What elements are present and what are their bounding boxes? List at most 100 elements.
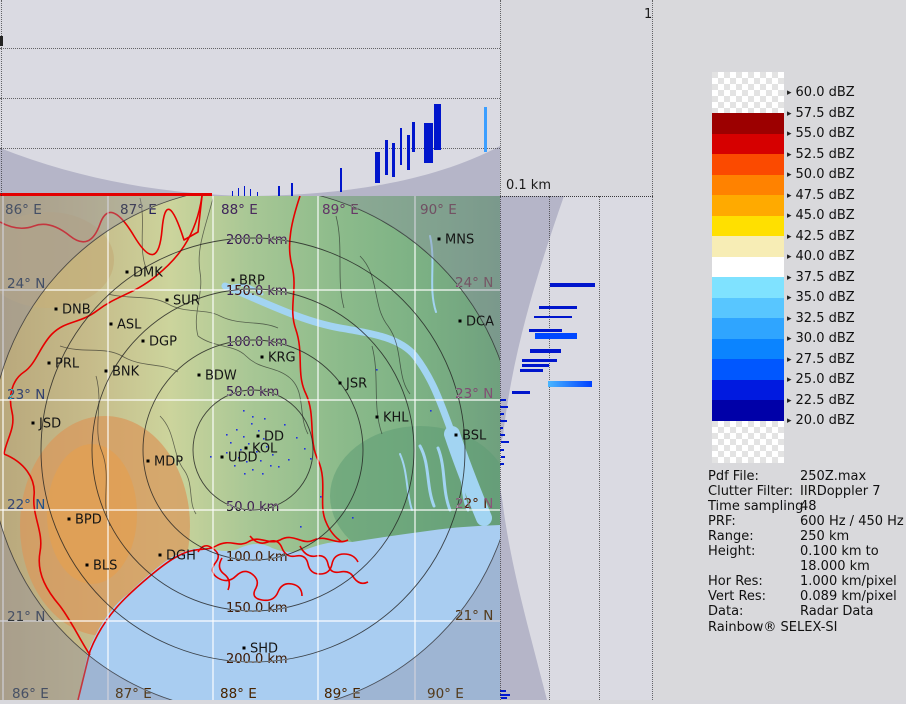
city-label: SUR [173,294,200,309]
longitude-label: 88° E [220,686,257,700]
city-label: BNK [112,365,140,380]
city-label: BLS [93,559,117,574]
edge-echo-tick [500,694,510,696]
longitude-label: 86° E [5,202,42,218]
radar-map-viewport[interactable]: 50.0 km50.0 km100.0 km100.0 km150.0 km15… [0,196,500,700]
range-ring-label: 50.0 km [226,385,279,400]
grid-line [599,196,600,700]
city-label: DNB [62,303,91,318]
city-label: BDW [205,369,237,384]
echo-bar [530,349,561,353]
echo-bar [548,381,592,387]
echo-bar [392,143,395,177]
city-label: KHL [383,411,409,426]
echo-bar [400,128,402,165]
latitude-label: 22° N [7,497,45,513]
echo-bar [244,186,245,196]
range-ring-label: 200.0 km [226,233,288,248]
echo-bar [520,369,543,372]
side-height-profile-panel [500,196,653,700]
latitude-label: 21° N [7,609,45,625]
edge-echo-tick [501,697,507,699]
city-label: SHD [250,642,278,657]
panel-border [1,0,2,196]
city-label: ASL [117,318,142,333]
city-label: JSR [345,377,367,392]
metadata-value: 0.100 km to [800,544,879,559]
grid-line [0,98,500,99]
metadata-label: Pdf File: [708,469,759,484]
metadata-value: 250 km [800,529,849,544]
city-label: BPD [75,513,102,528]
grid-line [549,196,550,700]
range-ring-label: 150.0 km [226,601,288,616]
edge-echo-tick [500,406,508,408]
echo-bar [385,140,388,175]
edge-echo-tick [500,420,507,422]
echo-bar [375,152,380,183]
city-label: UDD [228,451,258,466]
longitude-label: 90° E [420,202,457,218]
echo-bar [412,122,415,152]
latitude-label: 21° N [455,608,493,624]
echo-bar [535,333,577,339]
latitude-label: 24° N [455,275,493,291]
echo-bar [291,183,293,196]
latitude-label: 23° N [7,387,45,403]
city-label: BRP [239,274,265,289]
city-label: DMK [133,266,163,281]
panel-border [500,196,653,197]
echo-bar [434,104,441,150]
echo-bar [278,186,280,196]
longitude-label: 89° E [322,202,359,218]
longitude-label: 87° E [115,686,152,700]
panel-border [500,0,501,700]
city-label: DCA [466,315,494,330]
edge-echo-tick [501,441,509,443]
range-ring-label: 100.0 km [226,335,288,350]
metadata-label: Hor Res: [708,574,763,589]
metadata-label: Clutter Filter: [708,484,793,499]
metadata-value: 48 [800,499,817,514]
echo-bar [512,391,530,394]
radar-window: 18.0 km 0.1 km [0,0,906,700]
metadata-label: Time sampling: [708,499,808,514]
echo-bar [484,107,487,152]
range-ring-label: 100.0 km [226,550,288,565]
longitude-label: 87° E [120,202,157,218]
metadata-value: 18.000 km [800,559,870,574]
metadata-value: 0.089 km/pixel [800,589,897,604]
echo-bar [238,188,239,196]
latitude-label: 22° N [455,496,493,512]
city-label: MDP [154,455,183,470]
city-label: BSL [462,429,487,444]
echo-bar [522,359,557,362]
echo-bar [407,135,410,170]
echo-bar [550,283,595,287]
metadata-value: 250Z.max [800,469,866,484]
product-metadata: Pdf File: 250Z.max Clutter Filter: IIRDoppl… [653,0,906,700]
latitude-label: 23° N [455,386,493,402]
city-label: KRG [268,351,296,366]
radar-map: 50.0 km50.0 km100.0 km100.0 km150.0 km15… [0,196,500,700]
latitude-label: 24° N [7,276,45,292]
metadata-label: Height: [708,544,755,559]
metadata-label: Data: [708,604,743,619]
metadata-value: Radar Data [800,604,873,619]
city-label: DGH [166,549,196,564]
echo-bar [522,364,549,367]
echo-bar [424,123,433,163]
metadata-value: 600 Hz / 450 Hz [800,514,904,529]
range-ring-label: 50.0 km [226,500,279,515]
echo-bar [534,316,572,318]
edge-echo-tick [501,456,505,458]
metadata-label: Vert Res: [708,589,766,604]
grid-line [0,48,500,49]
height-axis-min-label: 0.1 km [506,178,551,193]
echo-bar [529,329,562,332]
metadata-label: Range: [708,529,754,544]
longitude-label: 89° E [324,686,361,700]
metadata-value: IIRDoppler 7 [800,484,881,499]
longitude-label: 88° E [221,202,258,218]
metadata-value: 1.000 km/pixel [800,574,897,589]
